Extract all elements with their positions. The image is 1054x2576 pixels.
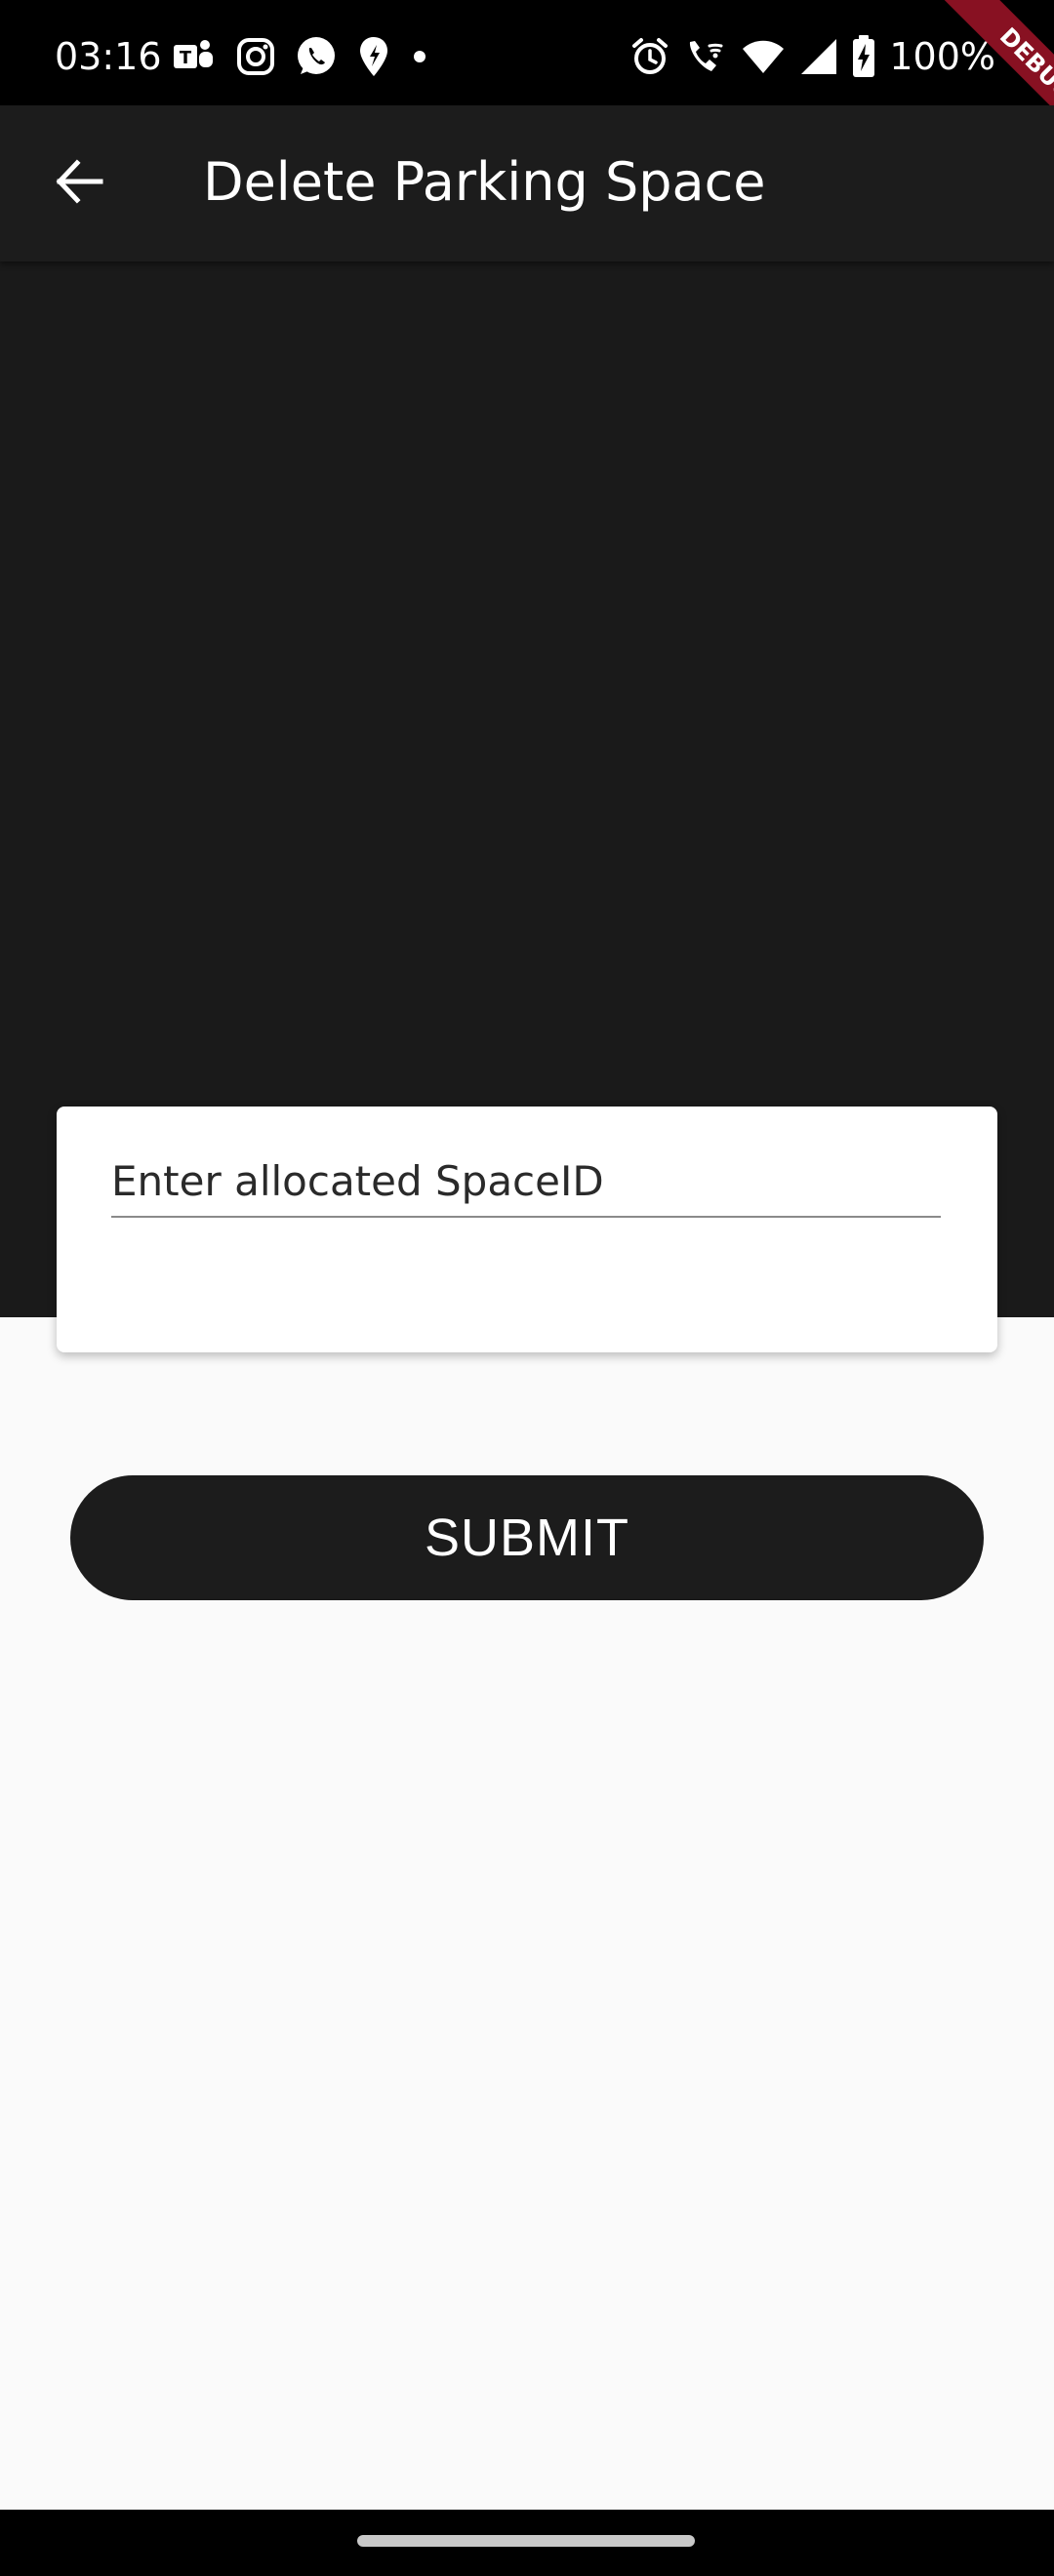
teams-icon: T [172, 37, 217, 76]
system-icons: 100% [629, 31, 995, 82]
maps-icon [357, 35, 390, 78]
dot-icon [410, 47, 429, 66]
page-title: Delete Parking Space [203, 151, 766, 213]
back-button[interactable] [41, 142, 119, 221]
whatsapp-icon [295, 35, 338, 78]
svg-text:T: T [180, 48, 192, 68]
arrow-back-icon [56, 159, 104, 204]
space-id-input[interactable] [111, 1146, 941, 1218]
instagram-icon [236, 37, 275, 76]
alarm-icon [629, 36, 670, 77]
notification-icons: T [172, 31, 429, 82]
status-bar: 03:16 T 100% [0, 0, 1054, 105]
app-bar: Delete Parking Space [0, 105, 1054, 262]
signal-icon [799, 37, 838, 76]
navigation-bar [0, 2510, 1054, 2576]
status-time: 03:16 [55, 35, 162, 78]
battery-charging-icon [852, 35, 875, 78]
space-id-card [57, 1107, 997, 1352]
wifi-icon [741, 37, 786, 76]
wifi-calling-icon [684, 36, 727, 77]
home-indicator[interactable] [357, 2535, 695, 2547]
submit-button[interactable]: SUBMIT [70, 1475, 984, 1600]
battery-percent: 100% [889, 35, 995, 78]
